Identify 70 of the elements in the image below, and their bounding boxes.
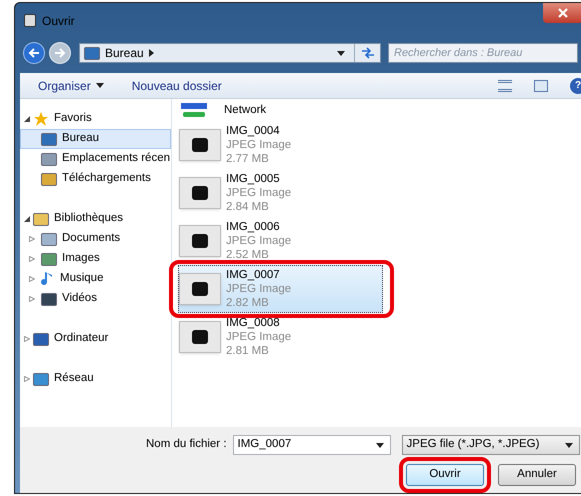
dialog-icon bbox=[24, 14, 36, 27]
file-size: 2.82 MB bbox=[226, 296, 270, 310]
file-type: JPEG Image bbox=[226, 186, 292, 200]
arrow-left-icon bbox=[28, 48, 40, 58]
nav-item[interactable]: Documents bbox=[20, 229, 171, 249]
file-name: IMG_0008 bbox=[226, 316, 281, 330]
file-item[interactable]: Network bbox=[178, 99, 383, 121]
address-crumb[interactable]: Bureau bbox=[105, 44, 144, 62]
file-item[interactable]: IMG_0008 JPEG Image 2.81 MB bbox=[178, 313, 383, 361]
file-name: IMG_0007 bbox=[226, 268, 281, 282]
collapsed-arrow-icon[interactable] bbox=[24, 376, 30, 382]
nav-item[interactable]: Téléchargements bbox=[20, 169, 171, 189]
nav-group-label[interactable]: Favoris bbox=[54, 110, 92, 128]
collapsed-arrow-icon[interactable] bbox=[29, 236, 35, 242]
file-type: JPEG Image bbox=[226, 282, 292, 296]
file-size: 2.77 MB bbox=[226, 152, 270, 166]
nav-item[interactable]: Images bbox=[20, 249, 171, 269]
chevron-right-icon bbox=[148, 49, 154, 57]
collapsed-arrow-icon[interactable] bbox=[24, 336, 30, 342]
organize-menu[interactable]: Organiser bbox=[38, 76, 104, 94]
nav-item[interactable]: Vidéos bbox=[20, 289, 171, 309]
file-item[interactable]: IMG_0005 JPEG Image 2.84 MB bbox=[178, 169, 383, 217]
file-name: IMG_0006 bbox=[226, 220, 281, 234]
new-folder-button[interactable]: Nouveau dossier bbox=[132, 76, 222, 94]
file-name-label: Nom du fichier : bbox=[146, 437, 227, 452]
file-item[interactable]: IMG_0006 JPEG Image 2.52 MB bbox=[178, 217, 383, 265]
expanded-arrow-icon[interactable] bbox=[24, 216, 30, 222]
file-name-field[interactable]: IMG_0007 bbox=[232, 435, 391, 455]
nav-group-label[interactable]: Réseau bbox=[54, 370, 94, 388]
file-size: 2.52 MB bbox=[226, 248, 270, 262]
file-size: 2.81 MB bbox=[226, 344, 270, 358]
file-type: JPEG Image bbox=[226, 234, 292, 248]
preview-pane-icon[interactable] bbox=[534, 80, 548, 92]
file-type-dropdown[interactable]: JPEG file (*.JPG, *.JPEG) bbox=[402, 435, 580, 455]
collapsed-arrow-icon[interactable] bbox=[29, 276, 35, 282]
file-item[interactable]: IMG_0007 JPEG Image 2.82 MB bbox=[178, 265, 383, 313]
address-bar[interactable]: Bureau bbox=[79, 43, 381, 63]
file-name: IMG_0004 bbox=[226, 124, 281, 138]
file-item[interactable]: IMG_0004 JPEG Image 2.77 MB bbox=[178, 121, 383, 169]
nav-group-label[interactable]: Bibliothèques bbox=[54, 210, 124, 228]
collapsed-arrow-icon[interactable] bbox=[29, 256, 35, 262]
file-type: JPEG Image bbox=[226, 138, 292, 152]
nav-group-label[interactable]: Ordinateur bbox=[54, 330, 108, 348]
caret-icon bbox=[96, 83, 104, 88]
forward-button[interactable] bbox=[49, 42, 71, 64]
music-note-icon bbox=[41, 271, 55, 287]
collapsed-arrow-icon[interactable] bbox=[29, 296, 35, 302]
help-icon[interactable]: ? bbox=[570, 78, 581, 94]
caret-icon bbox=[337, 50, 345, 56]
refresh-icon[interactable] bbox=[360, 47, 374, 59]
star-icon bbox=[33, 111, 49, 127]
nav-item[interactable]: Bureau bbox=[20, 129, 171, 149]
cancel-button[interactable]: Annuler bbox=[498, 464, 576, 486]
caret-icon bbox=[376, 442, 384, 448]
nav-item[interactable]: Musique bbox=[20, 269, 171, 289]
close-button[interactable] bbox=[543, 3, 581, 23]
view-options-icon[interactable] bbox=[498, 80, 512, 92]
window-title: Ouvrir bbox=[42, 12, 75, 30]
file-name: Network bbox=[224, 103, 266, 117]
nav-item[interactable]: Emplacements récen bbox=[20, 149, 171, 169]
file-size: 2.84 MB bbox=[226, 200, 270, 214]
caret-icon bbox=[564, 442, 573, 448]
file-name: IMG_0005 bbox=[226, 172, 281, 186]
back-button[interactable] bbox=[23, 42, 45, 64]
arrow-right-icon bbox=[54, 48, 66, 58]
search-field[interactable]: Rechercher dans : Bureau bbox=[388, 43, 578, 63]
expanded-arrow-icon[interactable] bbox=[24, 116, 30, 122]
close-icon bbox=[558, 8, 568, 18]
open-button[interactable]: Ouvrir bbox=[406, 464, 484, 486]
file-type: JPEG Image bbox=[226, 330, 292, 344]
